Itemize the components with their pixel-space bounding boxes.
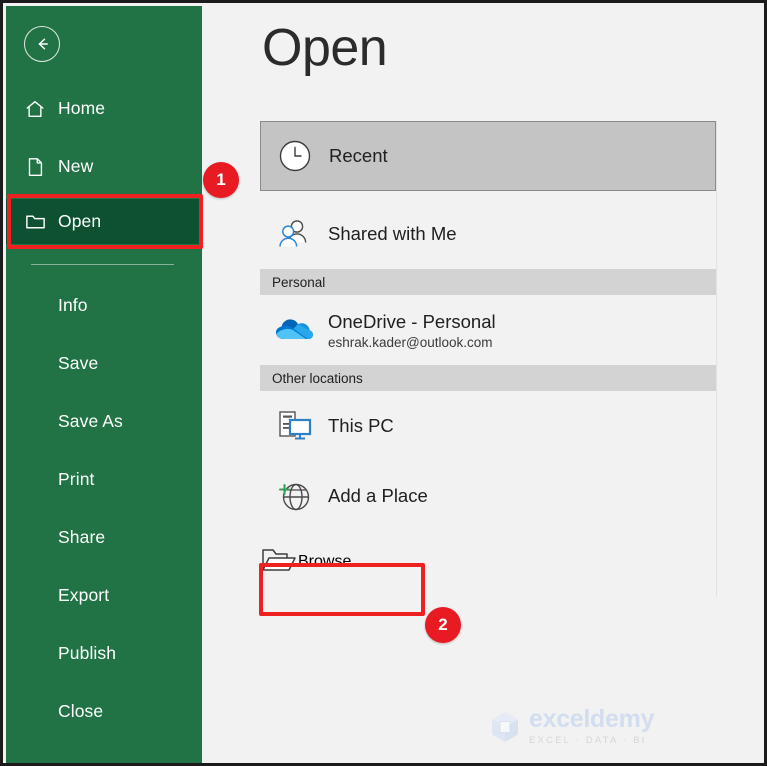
location-item-recent[interactable]: Recent bbox=[260, 121, 716, 191]
excel-open-backstage-screen: Home New Open Info Save Save As Print Sh… bbox=[0, 0, 767, 766]
globe-plus-icon bbox=[260, 477, 328, 515]
sidebar-item-new[interactable]: New bbox=[6, 144, 202, 189]
watermark-text: exceldemy EXCEL · DATA · BI bbox=[529, 705, 655, 747]
sidebar-item-label: Print bbox=[58, 469, 95, 489]
location-item-browse[interactable]: Browse bbox=[260, 535, 423, 589]
open-main-pane: Open Recent Shared with Me Personal OneD… bbox=[210, 6, 761, 760]
sidebar-item-label: Save bbox=[58, 353, 99, 373]
sidebar-item-save-as[interactable]: Save As bbox=[6, 399, 202, 444]
sidebar-item-export[interactable]: Export bbox=[6, 573, 202, 618]
page-title: Open bbox=[262, 19, 388, 77]
annotation-badge-1: 1 bbox=[203, 162, 239, 198]
sidebar-item-label: New bbox=[58, 156, 94, 176]
location-item-text: Browse bbox=[298, 553, 351, 571]
computer-icon bbox=[260, 407, 328, 445]
exceldemy-logo-icon bbox=[492, 711, 518, 742]
sidebar-item-share[interactable]: Share bbox=[6, 515, 202, 560]
folder-icon bbox=[24, 210, 58, 233]
sidebar-item-publish[interactable]: Publish bbox=[6, 631, 202, 676]
browse-wrapper: Browse bbox=[260, 531, 716, 597]
open-folder-icon bbox=[260, 544, 298, 581]
sidebar-item-label: Open bbox=[58, 211, 102, 231]
sidebar-divider bbox=[31, 264, 174, 265]
open-locations-list: Recent Shared with Me Personal OneDrive … bbox=[260, 121, 717, 597]
sidebar-item-label: Publish bbox=[58, 643, 117, 663]
sidebar-item-home[interactable]: Home bbox=[6, 86, 202, 131]
location-item-text: Recent bbox=[329, 144, 388, 167]
page-icon bbox=[24, 156, 58, 178]
sidebar-item-label: Save As bbox=[58, 411, 123, 431]
location-item-label: OneDrive - Personal bbox=[328, 310, 496, 332]
sidebar-item-label: Info bbox=[58, 295, 88, 315]
location-item-subtitle: eshrak.kader@outlook.com bbox=[328, 335, 493, 351]
location-item-this-pc[interactable]: This PC bbox=[260, 391, 716, 461]
location-item-label: Recent bbox=[329, 145, 388, 167]
back-arrow-icon bbox=[38, 38, 48, 50]
location-item-text: This PC bbox=[328, 414, 394, 437]
exceldemy-watermark: exceldemy EXCEL · DATA · BI bbox=[488, 707, 654, 746]
sidebar-item-print[interactable]: Print bbox=[6, 457, 202, 502]
location-item-label: Browse bbox=[298, 553, 352, 570]
sidebar-item-save[interactable]: Save bbox=[6, 341, 202, 386]
section-header-other-locations: Other locations bbox=[260, 365, 716, 391]
location-item-label: This PC bbox=[328, 415, 394, 437]
back-button[interactable] bbox=[24, 26, 60, 62]
location-item-label: Shared with Me bbox=[328, 223, 457, 245]
section-header-personal: Personal bbox=[260, 269, 716, 295]
onedrive-cloud-icon bbox=[260, 315, 328, 345]
sidebar-item-info[interactable]: Info bbox=[6, 283, 202, 328]
location-item-onedrive-personal[interactable]: OneDrive - Personal eshrak.kader@outlook… bbox=[260, 295, 716, 365]
watermark-name: exceldemy bbox=[529, 705, 655, 733]
sidebar-item-open[interactable]: Open bbox=[6, 199, 202, 244]
annotation-badge-2: 2 bbox=[425, 607, 461, 643]
location-item-text: OneDrive - Personal eshrak.kader@outlook… bbox=[328, 310, 496, 350]
location-item-text: Shared with Me bbox=[328, 222, 457, 245]
clock-icon bbox=[261, 137, 329, 175]
sidebar-item-close[interactable]: Close bbox=[6, 689, 202, 734]
people-icon bbox=[260, 215, 328, 253]
backstage-sidebar: Home New Open Info Save Save As Print Sh… bbox=[6, 6, 202, 763]
sidebar-item-label: Home bbox=[58, 98, 106, 118]
home-icon bbox=[24, 98, 58, 120]
location-item-shared-with-me[interactable]: Shared with Me bbox=[260, 199, 716, 269]
location-item-text: Add a Place bbox=[328, 484, 428, 507]
watermark-tagline: EXCEL · DATA · BI bbox=[529, 735, 647, 746]
sidebar-item-label: Share bbox=[58, 527, 106, 547]
sidebar-item-label: Export bbox=[58, 585, 110, 605]
location-item-add-a-place[interactable]: Add a Place bbox=[260, 461, 716, 531]
sidebar-item-label: Close bbox=[58, 701, 104, 721]
location-item-label: Add a Place bbox=[328, 485, 428, 507]
